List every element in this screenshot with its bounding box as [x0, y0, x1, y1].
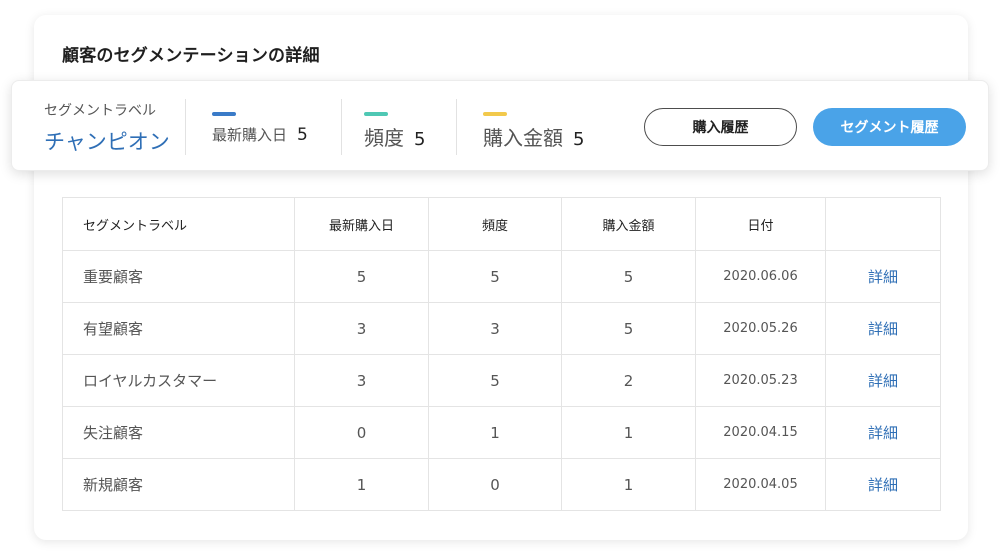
row-segment-label: 失注顧客	[62, 406, 295, 459]
recency-label: 最新購入日	[212, 126, 288, 144]
column-header-date: 日付	[695, 197, 826, 251]
row-date: 2020.05.23	[695, 354, 826, 407]
recency-color-bar	[212, 112, 236, 116]
purchase-history-button[interactable]: 購入履歴	[644, 108, 797, 146]
table-row: 重要顧客 5 5 5 2020.06.06 詳細	[62, 250, 941, 303]
segment-history-button[interactable]: セグメント履歴	[813, 108, 966, 146]
row-monetary: 1	[561, 458, 696, 511]
column-header-action	[825, 197, 941, 251]
row-frequency: 3	[428, 302, 562, 355]
table-header-row: セグメントラベル 最新購入日 頻度 購入金額 日付	[62, 197, 941, 251]
frequency-value: 5	[414, 129, 426, 150]
segment-label-block: セグメントラベル チャンピオン	[44, 100, 170, 156]
table-row: ロイヤルカスタマー 3 5 2 2020.05.23 詳細	[62, 354, 941, 407]
metric-frequency: 頻度 5	[364, 112, 425, 151]
row-detail-link[interactable]: 詳細	[825, 354, 941, 407]
row-frequency: 5	[428, 250, 562, 303]
divider	[341, 99, 342, 155]
metric-recency: 最新購入日 5	[212, 112, 308, 145]
column-header-segment-label: セグメントラベル	[62, 197, 295, 251]
row-segment-label: 有望顧客	[62, 302, 295, 355]
row-date: 2020.05.26	[695, 302, 826, 355]
row-monetary: 5	[561, 302, 696, 355]
table-row: 失注顧客 0 1 1 2020.04.15 詳細	[62, 406, 941, 459]
monetary-color-bar	[483, 112, 507, 116]
row-detail-link[interactable]: 詳細	[825, 458, 941, 511]
column-header-monetary: 購入金額	[561, 197, 696, 251]
divider	[185, 99, 186, 155]
row-recency: 3	[294, 302, 429, 355]
segment-label-value: チャンピオン	[44, 130, 170, 154]
frequency-label: 頻度	[364, 126, 404, 150]
monetary-value: 5	[573, 129, 585, 150]
page-title: 顧客のセグメンテーションの詳細	[62, 46, 320, 66]
column-header-recency: 最新購入日	[294, 197, 429, 251]
metric-monetary: 購入金額 5	[483, 112, 584, 151]
recency-value: 5	[297, 125, 308, 145]
row-recency: 5	[294, 250, 429, 303]
row-segment-label: 新規顧客	[62, 458, 295, 511]
divider	[456, 99, 457, 155]
table-row: 有望顧客 3 3 5 2020.05.26 詳細	[62, 302, 941, 355]
segment-summary-bar: セグメントラベル チャンピオン 最新購入日 5 頻度 5 購入金額 5 購入履歴 セグ…	[11, 80, 989, 171]
segment-table: セグメントラベル 最新購入日 頻度 購入金額 日付 重要顧客 5 5 5 202…	[62, 197, 941, 511]
row-recency: 1	[294, 458, 429, 511]
row-detail-link[interactable]: 詳細	[825, 302, 941, 355]
column-header-frequency: 頻度	[428, 197, 562, 251]
segment-label-caption: セグメントラベル	[44, 103, 156, 119]
row-date: 2020.06.06	[695, 250, 826, 303]
row-frequency: 1	[428, 406, 562, 459]
row-monetary: 5	[561, 250, 696, 303]
row-monetary: 1	[561, 406, 696, 459]
row-detail-link[interactable]: 詳細	[825, 250, 941, 303]
frequency-color-bar	[364, 112, 388, 116]
row-recency: 0	[294, 406, 429, 459]
monetary-label: 購入金額	[483, 126, 563, 150]
table-row: 新規顧客 1 0 1 2020.04.05 詳細	[62, 458, 941, 511]
row-monetary: 2	[561, 354, 696, 407]
row-segment-label: ロイヤルカスタマー	[62, 354, 295, 407]
row-date: 2020.04.05	[695, 458, 826, 511]
row-segment-label: 重要顧客	[62, 250, 295, 303]
row-recency: 3	[294, 354, 429, 407]
row-frequency: 0	[428, 458, 562, 511]
row-frequency: 5	[428, 354, 562, 407]
row-detail-link[interactable]: 詳細	[825, 406, 941, 459]
row-date: 2020.04.15	[695, 406, 826, 459]
